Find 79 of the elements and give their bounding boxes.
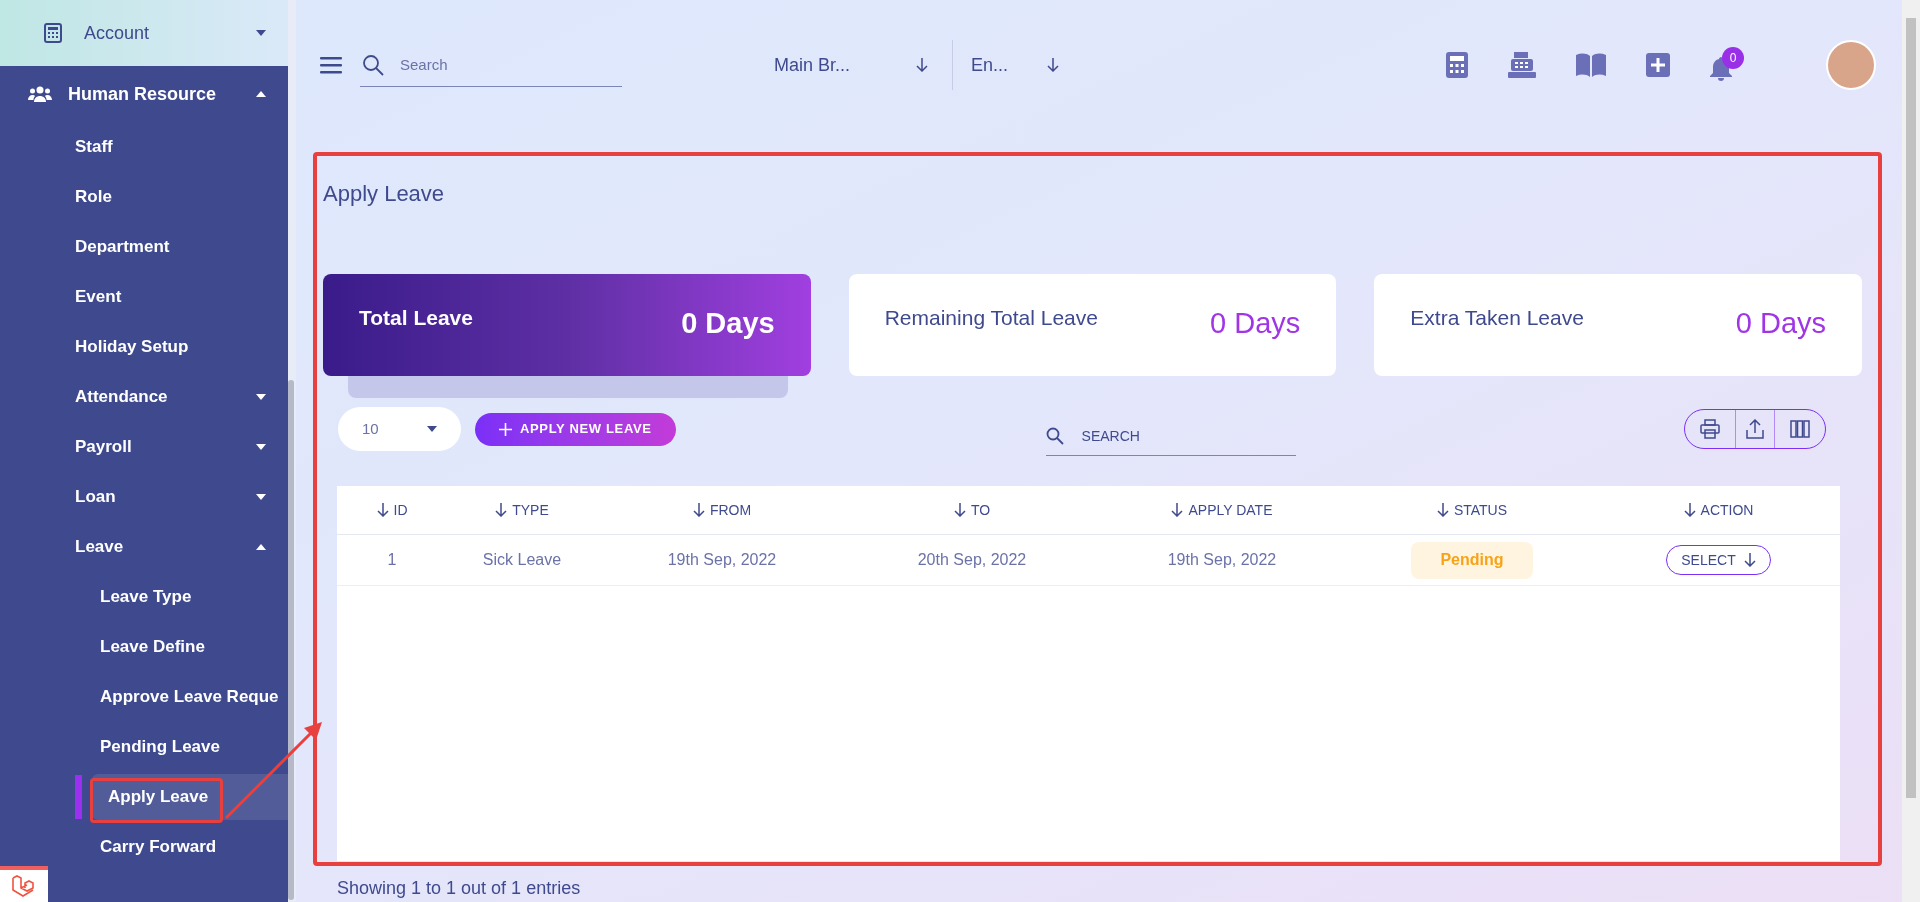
arrow-down-icon [1047, 58, 1059, 72]
column-header[interactable]: TYPE [495, 499, 549, 521]
table-cell-text: Sick Leave [482, 550, 562, 570]
sidebar-item[interactable]: Apply Leave [92, 774, 288, 820]
arrow-down-icon [1683, 503, 1696, 517]
arrow-down-icon [1171, 503, 1184, 517]
search-field[interactable]: Search [360, 43, 622, 87]
sidebar-item[interactable]: Human Resource [0, 66, 288, 122]
scrollbar-thumb[interactable] [288, 380, 294, 900]
sidebar-item[interactable]: Attendance [75, 374, 288, 420]
card-value: 0 Days [1735, 306, 1826, 341]
card-label: Extra Taken Leave [1410, 305, 1584, 331]
column-header[interactable]: ACTION [1683, 499, 1754, 521]
language-dropdown[interactable]: En... [971, 51, 1059, 79]
arrow-down-icon [376, 503, 389, 517]
column-header[interactable]: TO [953, 499, 991, 521]
sidebar-item[interactable]: Payroll [75, 424, 288, 470]
table-cell-text: 1 [387, 550, 397, 570]
column-header[interactable]: APPLY DATE [1171, 499, 1273, 521]
column-header[interactable]: STATUS [1436, 499, 1508, 521]
caret-icon [256, 394, 266, 400]
sidebar-item[interactable]: Holiday Setup [75, 324, 288, 370]
sidebar-item[interactable]: Account [0, 0, 288, 66]
caret-icon [256, 544, 266, 550]
sidebar-item[interactable]: Staff [75, 124, 288, 170]
card-value: 0 Days [681, 306, 775, 341]
sidebar-item[interactable]: Event [75, 274, 288, 320]
sidebar-item[interactable]: Leave [75, 524, 288, 570]
arrow-down-icon [692, 503, 705, 517]
card-label: Total Leave [359, 305, 473, 331]
apply-new-leave-button[interactable]: APPLY NEW LEAVE [475, 412, 676, 446]
search-icon [1045, 427, 1064, 445]
upload-icon [1746, 419, 1764, 439]
arrow-down-icon [953, 503, 966, 517]
caret-icon [256, 30, 266, 36]
printer-icon [1700, 419, 1720, 439]
caret-icon [256, 444, 266, 450]
card-value: 0 Days [1210, 306, 1301, 341]
sidebar-item[interactable]: Pending Leave [75, 724, 288, 770]
search-icon [362, 54, 384, 76]
cube-logo-icon [11, 874, 37, 898]
sidebar-item[interactable]: Leave Define [75, 624, 288, 670]
arrow-down-icon [1743, 553, 1756, 567]
caret-icon [256, 91, 266, 97]
cash-register-icon[interactable] [1508, 52, 1536, 78]
calculator-icon[interactable] [1446, 52, 1468, 78]
plus-square-icon[interactable] [1646, 53, 1670, 77]
arrow-down-icon [1436, 503, 1449, 517]
page-length-select[interactable]: 10 [338, 407, 461, 451]
column-header[interactable]: FROM [692, 499, 752, 521]
table-cell-text: 20th Sep, 2022 [917, 550, 1027, 570]
notification-button[interactable]: 0 [1710, 47, 1746, 83]
columns-icon [1790, 420, 1810, 438]
caret-icon [427, 426, 437, 432]
branch-dropdown[interactable]: Main Br... [774, 51, 934, 79]
card-label: Remaining Total Leave [884, 305, 1098, 331]
arrow-down-icon [916, 58, 928, 72]
book-icon[interactable] [1576, 53, 1606, 77]
table-search-field[interactable]: SEARCH [1045, 416, 1296, 456]
plus-icon [499, 422, 512, 436]
calculator-icon [44, 23, 62, 43]
menu-icon[interactable] [320, 56, 342, 74]
sidebar-item[interactable]: Loan [75, 474, 288, 520]
notification-count: 0 [1722, 47, 1744, 69]
status-badge: Pending [1411, 541, 1533, 579]
arrow-down-icon [495, 503, 508, 517]
table-cell-text: 19th Sep, 2022 [1167, 550, 1277, 570]
page-title: Apply Leave [323, 179, 446, 208]
sidebar-item[interactable]: Role [75, 174, 288, 220]
sidebar-item[interactable]: Leave Type [75, 574, 288, 620]
column-header[interactable]: ID [376, 499, 408, 521]
table-cell-text: 19th Sep, 2022 [667, 550, 777, 570]
sidebar-item[interactable]: Department [75, 224, 288, 270]
sidebar-item[interactable]: Approve Leave Reque [75, 674, 301, 720]
sidebar-item[interactable]: Carry Forward [75, 824, 288, 870]
caret-icon [256, 494, 266, 500]
table-footer-info: Showing 1 to 1 out of 1 entries [337, 877, 582, 899]
scrollbar-thumb[interactable] [1906, 18, 1916, 798]
people-icon [28, 86, 52, 102]
